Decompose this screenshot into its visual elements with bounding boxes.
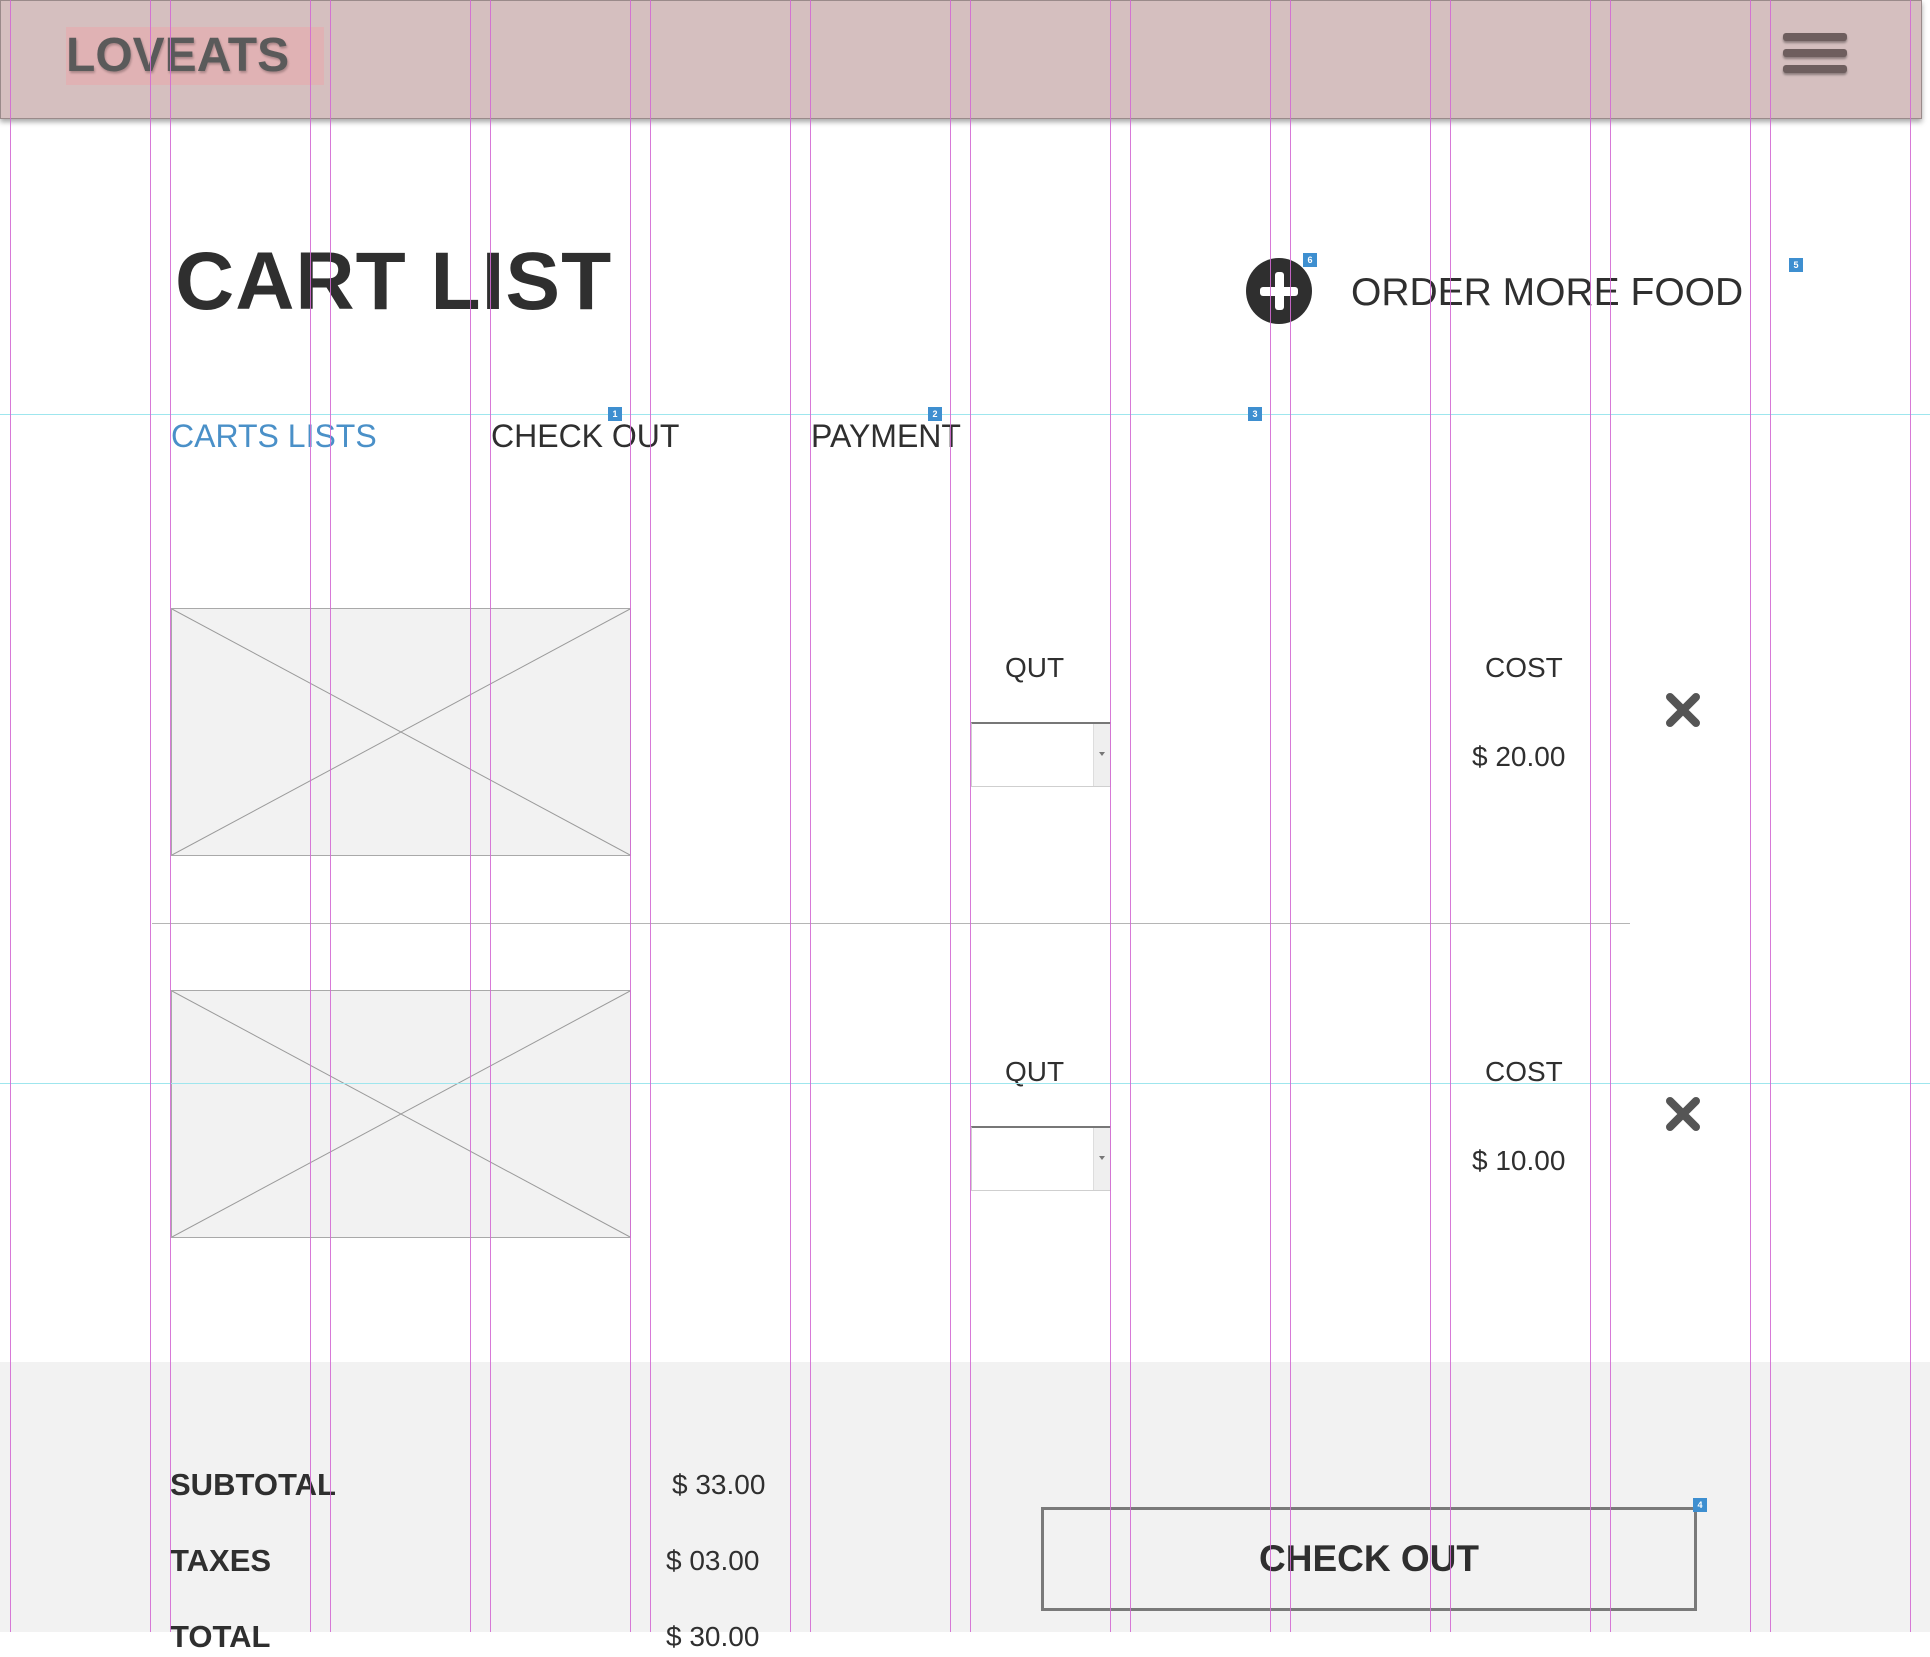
vertical-guide — [1590, 0, 1591, 1632]
vertical-guide — [970, 0, 971, 1632]
vertical-guide — [650, 0, 651, 1632]
step-check-out[interactable]: CHECK OUT — [491, 414, 679, 458]
order-more-food-link[interactable]: ORDER MORE FOOD — [1351, 268, 1743, 318]
vertical-guide — [1110, 0, 1111, 1632]
vertical-guide — [1450, 0, 1451, 1632]
vertical-guide — [1130, 0, 1131, 1632]
hamburger-menu-icon[interactable] — [1783, 33, 1847, 89]
annotation-marker[interactable]: 5 — [1789, 258, 1803, 272]
chevron-down-icon — [1093, 1128, 1110, 1190]
vertical-guide — [330, 0, 331, 1632]
vertical-guide — [470, 0, 471, 1632]
vertical-guide — [810, 0, 811, 1632]
total-label: TOTAL — [170, 1619, 271, 1654]
annotation-marker[interactable]: 3 — [1248, 407, 1262, 421]
annotation-marker[interactable]: 4 — [1693, 1498, 1707, 1512]
vertical-guide — [1910, 0, 1911, 1632]
quantity-select[interactable] — [971, 722, 1111, 787]
item-divider — [152, 923, 1630, 924]
vertical-guide — [170, 0, 171, 1632]
cost-label: COST — [1485, 652, 1563, 683]
step-carts-lists[interactable]: CARTS LISTS — [171, 414, 377, 458]
logo[interactable]: LOVEATS — [66, 28, 289, 84]
horizontal-guide — [0, 1083, 1930, 1084]
vertical-guide — [310, 0, 311, 1632]
vertical-guide — [1770, 0, 1771, 1632]
subtotal-label: SUBTOTAL — [170, 1467, 336, 1502]
page-title: CART LIST — [175, 236, 613, 327]
total-value: $ 30.00 — [666, 1621, 760, 1652]
vertical-guide — [790, 0, 791, 1632]
cost-label: COST — [1485, 1056, 1563, 1087]
vertical-guide — [1290, 0, 1291, 1632]
vertical-guide — [490, 0, 491, 1632]
vertical-guide — [1430, 0, 1431, 1632]
vertical-guide — [1610, 0, 1611, 1632]
annotation-marker[interactable]: 2 — [928, 407, 942, 421]
vertical-guide — [1750, 0, 1751, 1632]
taxes-value: $ 03.00 — [666, 1545, 760, 1576]
subtotal-value: $ 33.00 — [672, 1469, 766, 1500]
close-icon[interactable] — [1664, 691, 1702, 729]
item-image-placeholder — [171, 990, 631, 1238]
plus-circle-icon[interactable] — [1246, 258, 1312, 324]
item-cost: $ 20.00 — [1472, 741, 1566, 772]
taxes-label: TAXES — [170, 1543, 272, 1578]
annotation-marker[interactable]: 1 — [608, 407, 622, 421]
vertical-guide — [950, 0, 951, 1632]
vertical-guide — [10, 0, 11, 1632]
annotation-marker[interactable]: 6 — [1303, 253, 1317, 267]
close-icon[interactable] — [1664, 1095, 1702, 1133]
vertical-guide — [150, 0, 151, 1632]
quantity-select[interactable] — [971, 1126, 1111, 1191]
vertical-guide — [630, 0, 631, 1632]
qty-label: QUT — [1005, 652, 1065, 683]
item-cost: $ 10.00 — [1472, 1145, 1566, 1176]
vertical-guide — [1270, 0, 1271, 1632]
horizontal-guide — [0, 414, 1930, 415]
chevron-down-icon — [1093, 724, 1110, 786]
qty-label: QUT — [1005, 1056, 1065, 1087]
item-image-placeholder — [171, 608, 631, 856]
checkout-button[interactable]: CHECK OUT — [1041, 1507, 1697, 1611]
